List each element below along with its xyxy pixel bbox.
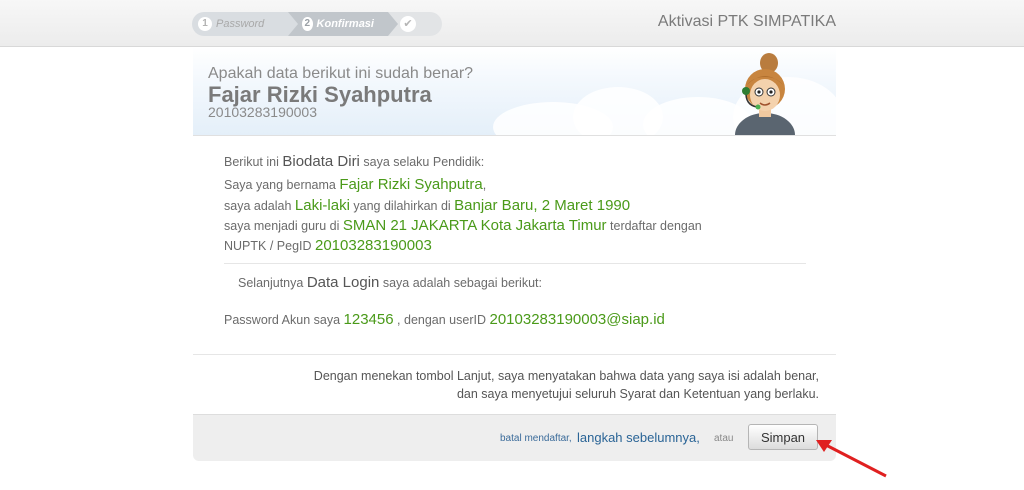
- header-id: 20103283190003: [208, 104, 318, 120]
- action-footer: batal mendaftar, langkah sebelumnya, ata…: [193, 414, 836, 461]
- previous-step-link[interactable]: langkah sebelumnya,: [577, 430, 700, 445]
- biodata-title: Biodata Diri: [282, 153, 360, 170]
- user-id-value: 20103283190003@siap.id: [489, 311, 665, 328]
- biodata-nuptk-line: NUPTK / PegID 20103283190003: [224, 237, 432, 254]
- app-title: Aktivasi PTK SIMPATIKA: [657, 13, 836, 30]
- or-label: atau: [714, 433, 734, 444]
- gender-value: Laki-laki: [294, 197, 350, 214]
- birth-value: Banjar Baru, 2 Maret 1990: [454, 197, 631, 214]
- step-password[interactable]: 1 Password: [192, 12, 298, 36]
- agreement-line-1: Dengan menekan tombol Lanjut, saya menya…: [313, 369, 819, 383]
- step-number: 2: [302, 17, 313, 31]
- divider: [193, 354, 836, 355]
- check-icon: ✔: [400, 16, 416, 32]
- divider: [224, 263, 806, 264]
- confirmation-question: Apakah data berikut ini sudah benar?: [208, 65, 474, 82]
- step-number: 1: [198, 17, 212, 31]
- previous-step-label: langkah sebelumnya: [577, 430, 697, 445]
- school-value: SMAN 21 JAKARTA Kota Jakarta Timur: [342, 217, 607, 234]
- biodata-school-line: saya menjadi guru di SMAN 21 JAKARTA Kot…: [224, 217, 702, 234]
- cancel-registration-link[interactable]: batal mendaftar,: [500, 433, 572, 444]
- operator-avatar-icon: [735, 53, 795, 135]
- login-credentials-line: Password Akun saya 123456 , dengan userI…: [224, 311, 665, 328]
- top-bar: 1 Password 2 Konfirmasi ✔ Aktivasi PTK S…: [0, 0, 1024, 47]
- teacher-name: Fajar Rizki Syahputra: [339, 176, 483, 193]
- nuptk-value: 20103283190003: [315, 237, 432, 254]
- save-button[interactable]: Simpan: [748, 424, 818, 450]
- step-label: Konfirmasi: [316, 18, 374, 30]
- red-arrow-icon: [816, 440, 887, 478]
- step-label: Password: [216, 18, 265, 30]
- step-konfirmasi[interactable]: 2 Konfirmasi: [288, 12, 398, 36]
- biodata-intro: Berikut ini Biodata Diri saya selaku Pen…: [224, 153, 485, 170]
- login-intro: Selanjutnya Data Login saya adalah sebag…: [238, 274, 542, 291]
- login-title: Data Login: [306, 274, 380, 291]
- biodata-birth-line: saya adalah Laki-laki yang dilahirkan di…: [224, 197, 631, 214]
- biodata-name-line: Saya yang bernama Fajar Rizki Syahputra,: [224, 176, 487, 193]
- wizard-steps: 1 Password 2 Konfirmasi ✔: [192, 12, 442, 36]
- password-value: 123456: [343, 311, 394, 328]
- confirmation-header: Apakah data berikut ini sudah benar? Faj…: [193, 47, 836, 136]
- agreement-line-2: dan saya menyetujui seluruh Syarat dan K…: [456, 387, 819, 401]
